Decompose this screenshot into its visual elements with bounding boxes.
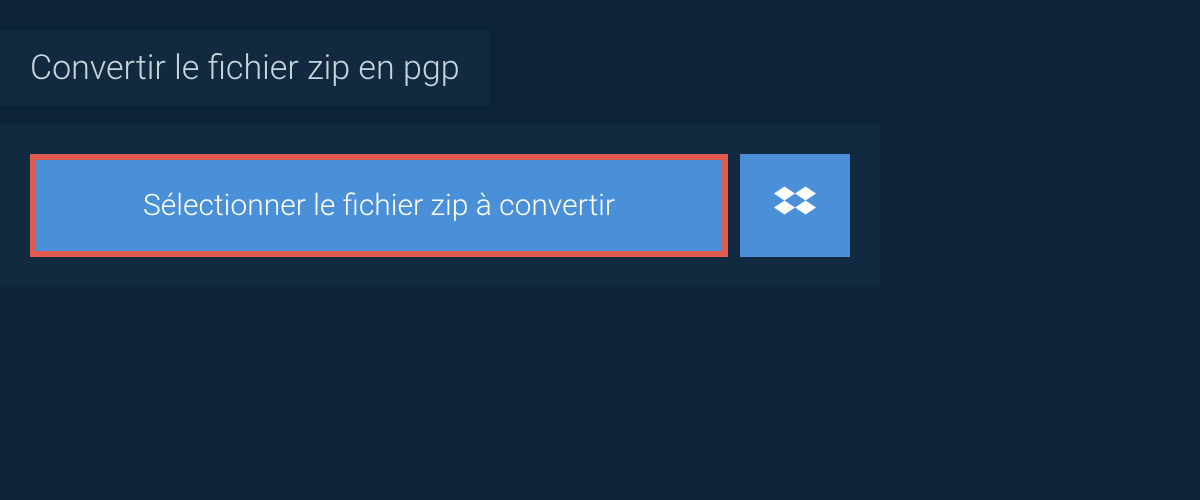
upload-panel: Sélectionner le fichier zip à convertir <box>0 124 880 287</box>
select-file-label: Sélectionner le fichier zip à convertir <box>143 188 615 223</box>
dropbox-icon <box>774 183 816 229</box>
page-title: Convertir le fichier zip en pgp <box>0 30 490 106</box>
dropbox-button[interactable] <box>740 154 850 257</box>
select-file-button[interactable]: Sélectionner le fichier zip à convertir <box>30 154 728 257</box>
page-title-text: Convertir le fichier zip en pgp <box>30 48 460 88</box>
